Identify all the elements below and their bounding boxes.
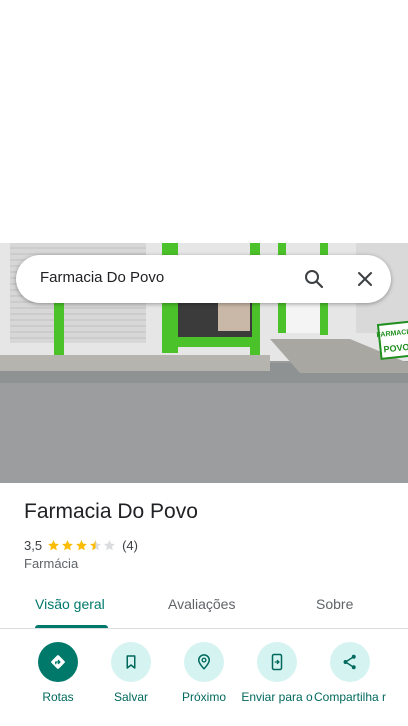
search-bar[interactable]: Farmacia Do Povo [16,255,391,303]
rating-row[interactable]: 3,5 (4) [24,536,138,554]
send-to-phone-label: Enviar para o [241,690,313,704]
search-icon[interactable] [302,267,326,291]
directions-icon [51,655,65,669]
star-icon [48,539,59,550]
tab-overview[interactable]: Visão geral [35,596,105,612]
tab-about[interactable]: Sobre [316,596,353,612]
active-tab-indicator [35,625,108,628]
star-icon [104,539,115,550]
send-to-phone-button[interactable]: Enviar para o [237,642,317,704]
nearby-button[interactable]: Próximo [164,642,244,704]
rating-value: 3,5 [24,537,43,553]
review-count: (4) [122,537,138,553]
directions-button[interactable]: Rotas [18,642,98,704]
share-icon [343,654,356,670]
save-label: Salvar [113,690,148,704]
place-title: Farmacia Do Povo [24,500,198,523]
bookmark-icon [126,655,136,669]
rating-stars [47,539,117,552]
share-button[interactable]: Compartilha r [310,642,390,704]
nearby-label: Próximo [181,690,226,704]
tab-reviews[interactable]: Avaliações [168,596,235,612]
star-icon [62,539,73,550]
tab-bar: Visão geral Avaliações Sobre [0,588,408,629]
close-icon[interactable] [353,267,377,291]
share-label: Compartilha r [313,690,387,704]
save-button[interactable]: Salvar [91,642,171,704]
place-category[interactable]: Farmácia [24,556,78,571]
directions-label: Rotas [42,690,74,704]
send-to-phone-icon [271,653,283,671]
nearby-icon [197,654,211,670]
action-bar: Rotas Salvar Próximo Enviar para o Compa… [0,640,408,726]
search-input[interactable]: Farmacia Do Povo [40,269,164,286]
star-icon [90,539,101,550]
star-icon [76,539,87,550]
